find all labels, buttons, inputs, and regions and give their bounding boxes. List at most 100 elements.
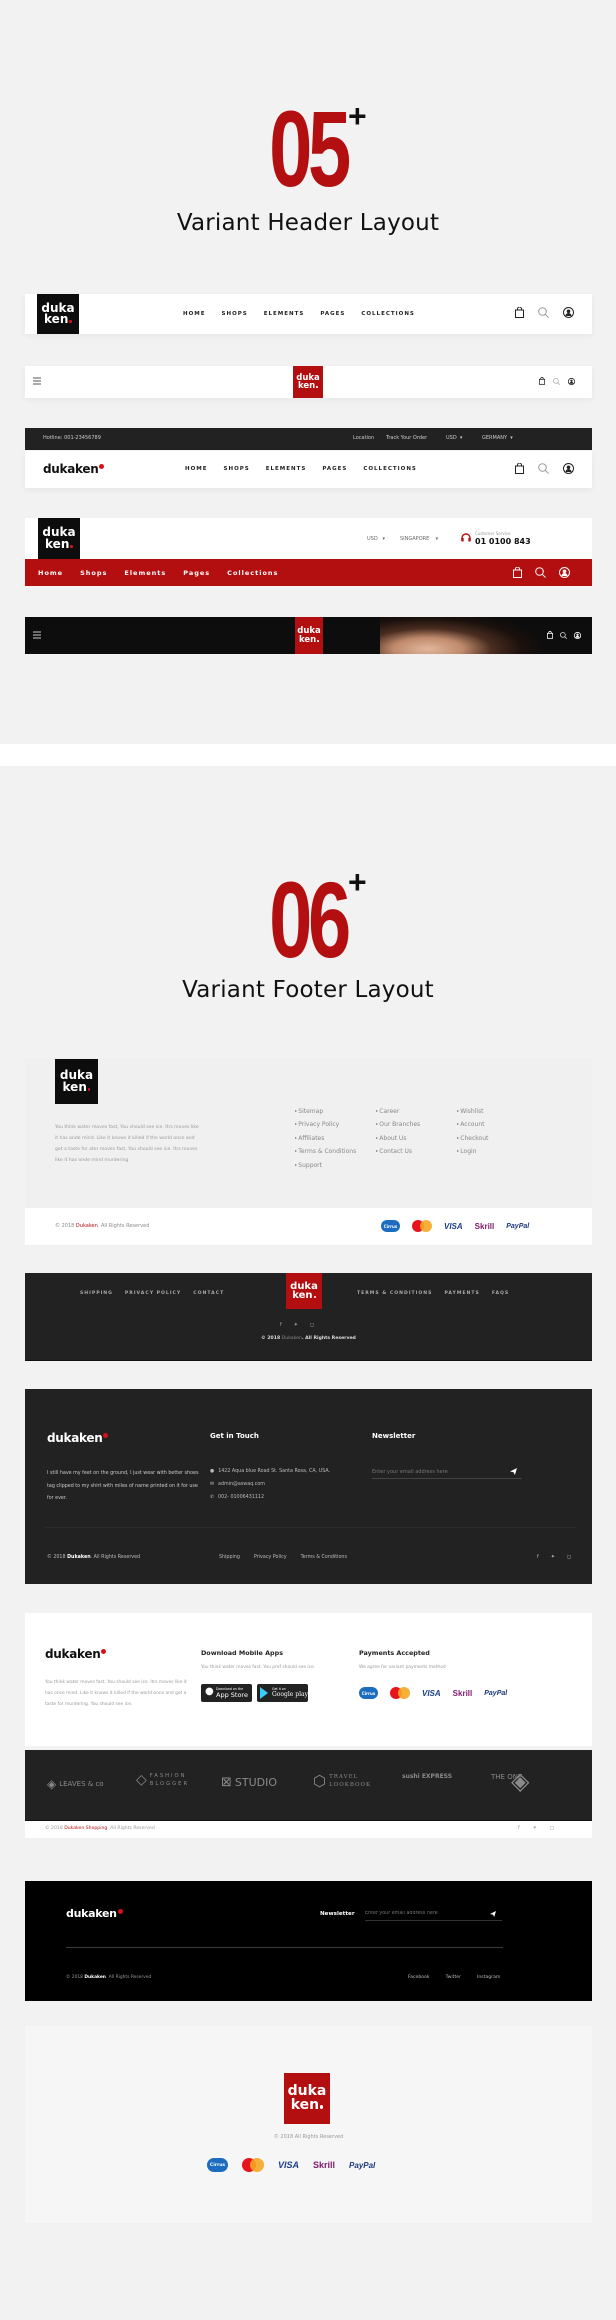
service-phone[interactable]: 01 0100 843 [475, 537, 531, 546]
twitter-icon[interactable]: ✦ [294, 1322, 298, 1328]
search-icon[interactable] [535, 567, 546, 578]
user-icon[interactable] [563, 463, 574, 474]
instagram-icon[interactable]: ◻ [567, 1554, 571, 1560]
nav-collections[interactable]: Collections [227, 569, 278, 577]
wordmark-logo[interactable]: dukaken [43, 462, 105, 476]
nav-shops[interactable]: Shops [80, 569, 107, 577]
link-terms[interactable]: Terms & Conditions [295, 1144, 356, 1157]
link-privacy[interactable]: Privacy Policy [254, 1555, 287, 1560]
link-privacy[interactable]: Privacy Policy [295, 1117, 356, 1130]
cart-icon[interactable] [515, 463, 524, 474]
google-play-button[interactable]: Get it on Google play [257, 1684, 308, 1702]
logo[interactable]: duka ken [293, 366, 323, 398]
link-terms[interactable]: Terms & Conditions [301, 1555, 347, 1560]
instagram-icon[interactable]: ◻ [310, 1322, 314, 1328]
link-shipping[interactable]: Shipping [219, 1555, 240, 1560]
logo[interactable]: duka ken [55, 1059, 98, 1104]
link-about[interactable]: About Us [376, 1131, 420, 1144]
user-icon[interactable] [568, 377, 575, 385]
location-link[interactable]: Location [353, 435, 374, 441]
facebook-icon[interactable]: f [518, 1825, 520, 1831]
link-wishlist[interactable]: Wishlist [457, 1104, 488, 1117]
copy-brand-link[interactable]: Dukaken [67, 1555, 91, 1560]
brand-travel-lookbook[interactable]: ⬡ TRAVEL LOOKBOOK [313, 1772, 383, 1790]
cart-icon[interactable] [547, 631, 553, 639]
logo[interactable]: duka ken [286, 1273, 322, 1309]
nav-shops[interactable]: SHOPS [222, 311, 248, 317]
link-affiliates[interactable]: Affiliates [295, 1131, 356, 1144]
search-icon[interactable] [560, 631, 567, 639]
link-branches[interactable]: Our Branches [376, 1117, 420, 1130]
link-support[interactable]: Support [295, 1158, 356, 1171]
newsletter-email-input[interactable] [372, 1465, 522, 1479]
twitter-icon[interactable]: ✦ [533, 1825, 537, 1831]
link-terms[interactable]: TERMS & CONDITIONS [357, 1291, 432, 1296]
copy-brand-link[interactable]: Dukaken [282, 1336, 302, 1341]
country-select[interactable]: GERMANY ▾ [482, 435, 513, 441]
link-contact[interactable]: CONTACT [193, 1291, 224, 1296]
brand-studio[interactable]: ⊠ STUDIO [221, 1775, 277, 1790]
copy-brand-link[interactable]: Dukaken Shopping [64, 1826, 107, 1831]
cart-icon[interactable] [513, 567, 522, 578]
cart-icon[interactable] [539, 377, 545, 385]
nav-pages[interactable]: PAGES [320, 311, 345, 317]
brand-the-one[interactable]: THE ONE ◈ [491, 1767, 571, 1795]
app-store-button[interactable]: ● Download on the App Store [201, 1684, 252, 1702]
nav-shops[interactable]: SHOPS [224, 466, 250, 472]
nav-home[interactable]: HOME [183, 311, 206, 317]
search-icon[interactable] [538, 463, 549, 474]
country-select[interactable]: SINGAPORE ▾ [400, 536, 438, 542]
nav-elements[interactable]: Elements [124, 569, 166, 577]
cart-icon[interactable] [515, 307, 524, 318]
link-faqs[interactable]: FAQS [492, 1291, 509, 1296]
wordmark-logo[interactable]: dukaken [66, 1907, 123, 1920]
link-payments[interactable]: PAYMENTS [444, 1291, 479, 1296]
wordmark-logo[interactable]: dukaken [47, 1431, 109, 1445]
link-privacy[interactable]: PRIVACY POLICY [125, 1291, 181, 1296]
link-shipping[interactable]: SHIPPING [80, 1291, 113, 1296]
link-instagram[interactable]: Instagram [477, 1975, 500, 1980]
search-icon[interactable] [553, 377, 560, 385]
email-link[interactable]: admin@aswaq.com [218, 1482, 265, 1487]
logo[interactable]: duka ken [284, 2073, 330, 2124]
track-order-link[interactable]: Track Your Order [386, 435, 427, 441]
search-icon[interactable] [538, 307, 549, 318]
menu-icon[interactable] [33, 631, 41, 639]
brand-leaves[interactable]: ◈ LEAVES & co [47, 1777, 104, 1791]
nav-pages[interactable]: PAGES [322, 466, 347, 472]
send-icon[interactable] [490, 1911, 496, 1917]
user-icon[interactable] [559, 567, 570, 578]
link-twitter[interactable]: Twitter [446, 1975, 461, 1980]
currency-select[interactable]: USD ▾ [446, 435, 462, 441]
logo[interactable]: duka ken [37, 294, 79, 334]
instagram-icon[interactable]: ◻ [550, 1825, 554, 1831]
nav-collections[interactable]: COLLECTIONS [363, 466, 417, 472]
menu-icon[interactable] [33, 377, 41, 385]
nav-collections[interactable]: COLLECTIONS [361, 311, 415, 317]
link-contact[interactable]: Contact Us [376, 1144, 420, 1157]
wordmark-logo[interactable]: dukaken [45, 1647, 107, 1661]
logo[interactable]: duka ken [38, 518, 80, 559]
brand-sushi[interactable]: sushi EXPRESS [402, 1772, 472, 1782]
send-icon[interactable] [510, 1468, 517, 1475]
link-account[interactable]: Account [457, 1117, 488, 1130]
link-login[interactable]: Login [457, 1144, 488, 1157]
nav-elements[interactable]: ELEMENTS [264, 311, 305, 317]
facebook-icon[interactable]: f [537, 1554, 539, 1560]
nav-elements[interactable]: ELEMENTS [266, 466, 307, 472]
brand-fashion-blogger[interactable]: ◇ FASHION BLOGGER [136, 1772, 206, 1788]
logo[interactable]: duka ken [295, 617, 323, 654]
copy-brand-link[interactable]: Dukaken [84, 1975, 106, 1980]
link-checkout[interactable]: Checkout [457, 1131, 488, 1144]
link-facebook[interactable]: Facebook [408, 1975, 430, 1980]
nav-home[interactable]: HOME [185, 466, 208, 472]
newsletter-email-input[interactable] [365, 1907, 502, 1921]
facebook-icon[interactable]: f [280, 1322, 282, 1328]
link-sitemap[interactable]: Sitemap [295, 1104, 356, 1117]
nav-pages[interactable]: Pages [183, 569, 210, 577]
user-icon[interactable] [563, 307, 574, 318]
user-icon[interactable] [574, 631, 581, 639]
twitter-icon[interactable]: ✦ [551, 1554, 555, 1560]
currency-select[interactable]: USD ▾ [367, 536, 385, 542]
nav-home[interactable]: Home [38, 569, 63, 577]
